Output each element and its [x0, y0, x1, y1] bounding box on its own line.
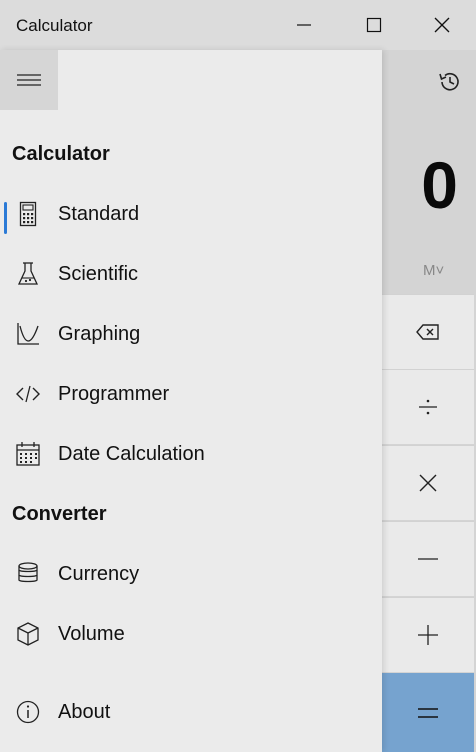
subtract-key[interactable]	[382, 521, 474, 596]
history-button[interactable]	[434, 66, 466, 98]
section-heading-converter: Converter	[12, 503, 107, 525]
divide-icon	[419, 399, 437, 415]
selection-indicator	[4, 202, 7, 234]
hamburger-icon	[17, 74, 41, 86]
add-key[interactable]	[382, 597, 474, 672]
section-heading-calculator: Calculator	[12, 143, 110, 165]
calendar-icon	[14, 440, 42, 468]
minus-icon	[418, 558, 438, 560]
multiply-icon	[419, 474, 437, 492]
title-bar: Calculator	[0, 0, 476, 50]
history-icon	[439, 72, 459, 91]
hamburger-button[interactable]	[0, 50, 58, 110]
nav-item-label: Currency	[58, 562, 140, 585]
nav-item-label: About	[58, 700, 111, 723]
cube-icon	[14, 620, 42, 648]
nav-item-label: Graphing	[58, 322, 141, 345]
equals-key[interactable]	[382, 673, 474, 752]
nav-item-label: Scientific	[58, 262, 139, 285]
nav-item-label: Programmer	[58, 382, 170, 405]
nav-item-standard[interactable]: Standard	[0, 186, 382, 242]
calculator-icon	[14, 200, 42, 228]
multiply-key[interactable]	[382, 445, 474, 520]
nav-item-about[interactable]: About	[0, 684, 382, 740]
minimize-button[interactable]	[270, 0, 338, 50]
graph-icon	[14, 320, 42, 348]
close-icon	[434, 17, 450, 33]
nav-item-graphing[interactable]: Graphing	[0, 306, 382, 362]
flask-icon	[14, 260, 42, 288]
maximize-icon	[366, 17, 382, 33]
info-icon	[14, 698, 42, 726]
code-icon	[14, 380, 42, 408]
app-title: Calculator	[16, 16, 93, 35]
nav-item-scientific[interactable]: Scientific	[0, 246, 382, 302]
nav-item-date-calculation[interactable]: Date Calculation	[0, 426, 382, 482]
nav-item-currency[interactable]: Currency	[0, 546, 382, 602]
nav-item-label: Date Calculation	[58, 442, 205, 465]
memory-dropdown[interactable]: M˅	[423, 262, 444, 279]
backspace-icon	[416, 324, 439, 340]
navigation-pane: Calculator Standard Scientific Graphing …	[0, 50, 382, 752]
nav-item-label: Standard	[58, 202, 140, 225]
display-value: 0	[421, 148, 458, 222]
divide-key[interactable]	[382, 369, 474, 444]
close-button[interactable]	[408, 0, 476, 50]
nav-item-volume[interactable]: Volume	[0, 606, 382, 662]
equals-icon	[418, 707, 438, 718]
nav-item-programmer[interactable]: Programmer	[0, 366, 382, 422]
coins-icon	[14, 560, 42, 588]
minimize-icon	[297, 24, 311, 26]
plus-icon	[418, 625, 438, 645]
backspace-key[interactable]	[382, 294, 474, 369]
nav-item-label: Volume	[58, 622, 125, 645]
maximize-button[interactable]	[340, 0, 408, 50]
